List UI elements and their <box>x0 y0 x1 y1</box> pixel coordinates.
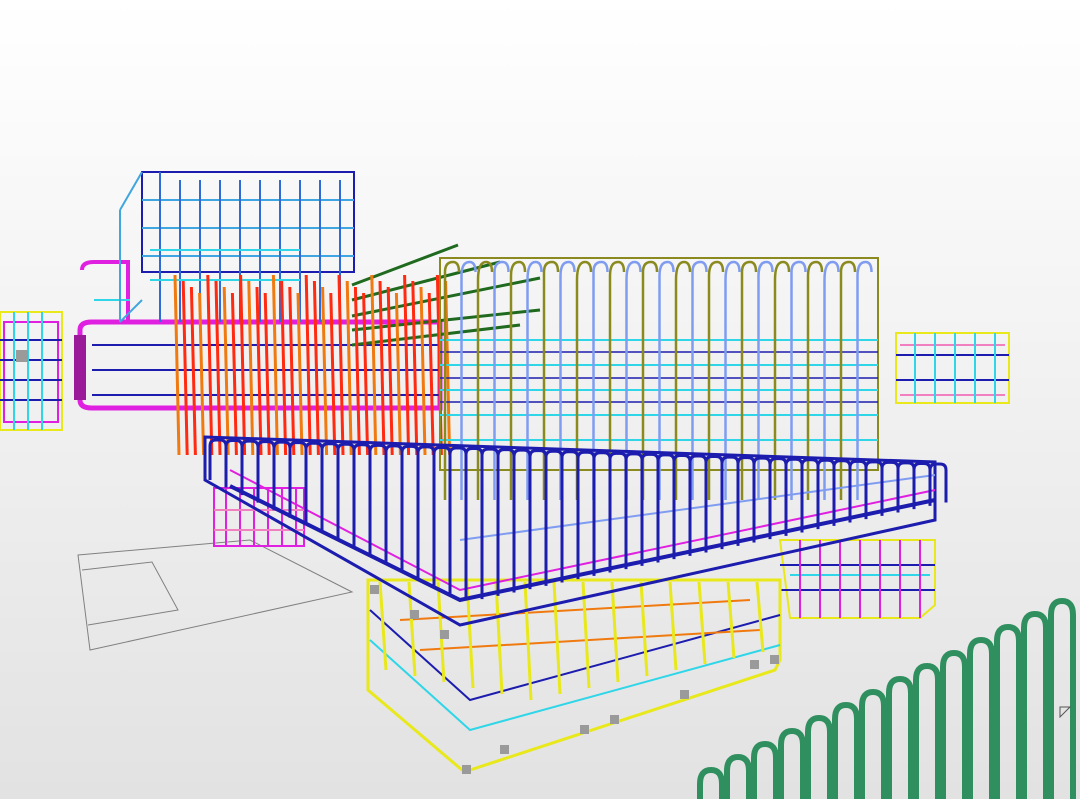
upper-column-cage <box>119 171 355 323</box>
hairpin-rebar <box>967 636 995 799</box>
olive-rebar <box>806 260 824 500</box>
yellow-rebar <box>639 581 649 677</box>
blue-stirrup <box>352 443 372 548</box>
hairpin-rebar <box>697 766 725 799</box>
red-rebar <box>427 292 435 456</box>
red-rebar <box>230 292 238 456</box>
red-rebar <box>329 292 337 456</box>
red-rebar <box>263 292 271 456</box>
yellow-rebar <box>378 581 388 671</box>
olive-rebar <box>476 260 494 500</box>
rebar-chair <box>580 725 589 734</box>
hairpin-rebar <box>778 727 806 799</box>
olive-rebar <box>608 260 626 500</box>
rebar-chair <box>500 745 509 754</box>
yellow-rebar <box>726 581 736 659</box>
red-rebar <box>239 274 247 456</box>
olive-rebar <box>460 260 477 500</box>
hairpin-rebar <box>859 688 887 799</box>
rebar-chair <box>610 715 619 724</box>
red-rebar <box>271 274 279 456</box>
hairpin-rebar <box>1021 610 1049 799</box>
olive-rebar <box>641 260 659 500</box>
red-rebar <box>419 286 427 456</box>
olive-rebar <box>658 260 675 500</box>
red-rebar <box>321 286 329 456</box>
yellow-rebar <box>494 581 504 695</box>
red-rebar <box>337 274 345 456</box>
red-rebar <box>288 286 296 456</box>
rebar-chair <box>680 690 689 699</box>
red-rebar <box>378 280 386 456</box>
blue-stirrup <box>464 447 484 600</box>
3d-model-viewport[interactable] <box>0 0 1080 799</box>
hairpin-rebar <box>832 701 860 799</box>
hairpin-rebar <box>805 714 833 799</box>
blue-stirrup <box>896 461 916 510</box>
right-lower-cage <box>778 539 936 619</box>
red-rebar <box>345 280 353 456</box>
blue-slab-cage <box>203 435 948 627</box>
blue-stirrup <box>400 444 420 571</box>
yellow-rebar <box>755 581 765 653</box>
red-rebar <box>394 292 402 456</box>
hairpin-rebar <box>1048 597 1076 799</box>
red-rebar <box>304 274 312 456</box>
red-rebar <box>181 280 189 456</box>
red-rebar <box>173 274 181 456</box>
red-rebar <box>222 286 230 456</box>
rebar-chair <box>770 655 779 664</box>
red-rebar <box>296 292 304 456</box>
blue-stirrup <box>336 442 356 541</box>
olive-rebar <box>823 260 840 500</box>
blue-stirrup <box>416 445 436 579</box>
hairpin-rebar <box>724 753 752 799</box>
red-vertical-bars <box>173 274 452 456</box>
blue-stirrup <box>928 462 948 503</box>
rebar-cage-3d-model[interactable] <box>0 0 1080 799</box>
olive-rebar <box>691 260 708 500</box>
hairpin-rebar <box>751 740 779 799</box>
olive-rebar <box>674 260 692 500</box>
red-rebar <box>247 280 255 456</box>
right-small-cage <box>895 332 1010 404</box>
red-rebar <box>353 286 361 456</box>
blue-stirrup <box>880 460 900 513</box>
hairpin-rebar <box>913 662 941 799</box>
blue-stirrup <box>912 461 932 506</box>
red-rebar <box>312 280 320 456</box>
slab-outline <box>77 539 354 651</box>
red-rebar <box>386 286 394 456</box>
red-rebar <box>189 286 197 456</box>
rebar-chair <box>370 585 379 594</box>
left-small-cage <box>0 311 63 431</box>
red-rebar <box>411 280 419 456</box>
red-rebar <box>198 292 206 456</box>
rebar-chair <box>750 660 759 669</box>
hairpin-rebar <box>940 649 968 799</box>
red-rebar <box>280 280 288 456</box>
blue-stirrup <box>432 445 452 586</box>
rebar-chair <box>440 630 449 639</box>
olive-rebar <box>625 260 642 500</box>
yellow-rebar <box>668 581 678 671</box>
yellow-rebar <box>697 581 707 665</box>
olive-rebar <box>592 260 609 500</box>
rebar-chair <box>410 610 419 619</box>
hairpin-rebar <box>994 623 1022 799</box>
hairpin-rebar <box>886 675 914 799</box>
blue-stirrup <box>384 444 404 564</box>
blue-stirrup <box>368 443 388 556</box>
red-rebar <box>403 274 411 456</box>
yellow-rebar <box>523 581 533 701</box>
red-rebar <box>206 274 214 456</box>
red-rebar <box>370 274 378 456</box>
view-corner-marker-icon <box>1059 706 1071 718</box>
rebar-chair <box>462 765 471 774</box>
yellow-rebar <box>610 581 620 683</box>
red-rebar <box>362 292 370 456</box>
